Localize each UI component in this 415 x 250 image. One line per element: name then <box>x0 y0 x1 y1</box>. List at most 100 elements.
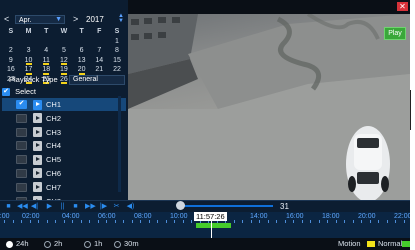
channel-play-icon[interactable] <box>33 154 42 165</box>
timeline-tick <box>140 220 141 223</box>
timeline-tick <box>259 220 260 223</box>
timeline-tick <box>344 220 345 223</box>
volume-icon[interactable]: ◀) <box>126 202 135 211</box>
play-icon[interactable]: ▶ <box>45 202 54 211</box>
playback-type-value: General <box>73 76 98 83</box>
month-select[interactable]: Apr. ▼ <box>15 15 65 24</box>
channel-list-scrollbar[interactable] <box>118 96 121 192</box>
timeline-tick <box>38 220 39 223</box>
channel-play-icon[interactable] <box>33 127 42 138</box>
fast-forward-icon[interactable]: ▶▶ <box>85 202 96 211</box>
edge-bracket <box>410 90 415 130</box>
channel-play-icon[interactable] <box>33 182 42 193</box>
calendar-day[interactable]: 1 <box>108 37 126 47</box>
channel-row[interactable]: CH7 <box>2 181 126 194</box>
close-button[interactable]: ✕ <box>397 2 408 11</box>
timeline-tick <box>284 220 286 223</box>
channel-play-icon[interactable] <box>33 168 42 179</box>
channel-row[interactable]: CH4 <box>2 139 126 152</box>
channel-row[interactable]: CH5 <box>2 153 126 166</box>
channel-row[interactable]: CH6 <box>2 167 126 180</box>
timeline-tick <box>4 220 5 223</box>
channel-name: CH7 <box>46 182 62 192</box>
checkbox-icon[interactable] <box>16 182 27 192</box>
playback-toolbar: ■ ◀◀ ◀| ▶ || ■ ▶▶ |▶ ✂ ◀) 31 <box>0 200 410 212</box>
playback-type-select[interactable]: General <box>69 75 125 85</box>
calendar-day[interactable]: 14 <box>90 56 108 66</box>
timeline-tick <box>46 220 48 223</box>
year-value[interactable]: 2017 <box>86 14 104 25</box>
slow-backward-icon[interactable]: ◀| <box>30 202 39 211</box>
calendar-day[interactable]: 12 <box>55 56 73 66</box>
channel-name: CH2 <box>46 113 62 123</box>
calendar-day[interactable]: 22 <box>108 65 126 75</box>
timeline-tick <box>114 220 116 223</box>
timeline-tick <box>123 220 124 223</box>
checkbox-icon[interactable] <box>16 127 27 137</box>
next-month-icon[interactable]: > <box>73 14 78 25</box>
calendar-day[interactable]: 3 <box>20 46 38 56</box>
calendar-day[interactable]: 15 <box>108 56 126 66</box>
stop-icon[interactable]: ■ <box>4 202 13 211</box>
calendar-day[interactable]: 5 <box>55 46 73 56</box>
channel-play-icon[interactable] <box>33 99 42 110</box>
zoom-option[interactable]: 24h <box>6 238 29 250</box>
calendar-day[interactable]: 9 <box>2 56 20 66</box>
calendar-day[interactable]: 2 <box>2 46 20 56</box>
channel-name: CH6 <box>46 168 62 178</box>
calendar-day[interactable]: 7 <box>90 46 108 56</box>
calendar-day[interactable]: 6 <box>73 46 91 56</box>
checkbox-icon[interactable] <box>16 168 27 178</box>
checkbox-icon[interactable] <box>16 113 27 123</box>
frame-step-icon[interactable]: |▶ <box>99 202 108 211</box>
calendar-day[interactable]: 19 <box>55 65 73 75</box>
checkbox-icon[interactable] <box>16 155 27 165</box>
zoom-option[interactable]: 30m <box>114 238 139 250</box>
playback-video[interactable]: Play <box>128 14 410 200</box>
calendar-empty-cell <box>2 37 20 47</box>
channel-row[interactable]: ✔ CH1 <box>2 98 126 111</box>
channel-play-icon[interactable] <box>33 140 42 151</box>
timeline[interactable]: 00:00 02:00 04:00 06:00 08:00 10:00 14:00 16:00… <box>0 212 410 238</box>
play-label-button[interactable]: Play <box>384 27 406 40</box>
timeline-tick <box>89 220 90 223</box>
channel-name: CH1 <box>46 100 62 109</box>
checkbox-icon[interactable] <box>16 141 27 151</box>
calendar-day[interactable]: 13 <box>73 56 91 66</box>
calendar-day[interactable]: 8 <box>108 46 126 56</box>
zoom-option[interactable]: 2h <box>44 238 62 250</box>
channel-row[interactable]: CH2 <box>2 112 126 125</box>
select-all-checkbox[interactable]: ✔ Select <box>2 87 36 97</box>
scissors-icon[interactable]: ✂ <box>112 202 121 211</box>
checkbox-checked-icon[interactable]: ✔ <box>16 100 27 109</box>
channel-row[interactable]: CH3 <box>2 126 126 139</box>
timeline-tick <box>369 220 371 223</box>
zoom-option[interactable]: 1h <box>84 238 102 250</box>
playback-type-label: Playback Type <box>9 75 58 84</box>
rewind-icon[interactable]: ◀◀ <box>17 202 28 211</box>
calendar-day[interactable]: 18 <box>37 65 55 75</box>
timeline-hour-label: 06:00 <box>98 213 116 220</box>
timeline-tick <box>242 220 243 223</box>
radio-icon <box>6 240 13 248</box>
stop-square-icon[interactable]: ■ <box>71 202 80 211</box>
prev-month-icon[interactable]: < <box>4 14 9 25</box>
volume-slider-handle[interactable] <box>176 201 185 210</box>
calendar-day[interactable]: 10 <box>20 56 38 66</box>
timeline-tick <box>157 220 158 223</box>
volume-slider-track[interactable] <box>183 205 273 207</box>
timeline-tick <box>182 220 184 223</box>
channel-play-icon[interactable] <box>33 113 42 124</box>
calendar-day[interactable]: 11 <box>37 56 55 66</box>
normal-record-segment[interactable] <box>196 223 231 228</box>
calendar-day[interactable]: 16 <box>2 65 20 75</box>
calendar-day[interactable]: 21 <box>90 65 108 75</box>
legend-motion-swatch <box>367 241 375 247</box>
calendar-week: 9 10 11 12 13 14 15 <box>2 56 126 66</box>
timeline-cursor[interactable] <box>211 219 212 238</box>
calendar-day[interactable]: 20 <box>73 65 91 75</box>
pause-icon[interactable]: || <box>58 202 67 211</box>
calendar-day[interactable]: 17 <box>20 65 38 75</box>
year-spinner-icon[interactable]: ▲ ▼ <box>118 13 124 25</box>
calendar-day[interactable]: 4 <box>37 46 55 56</box>
